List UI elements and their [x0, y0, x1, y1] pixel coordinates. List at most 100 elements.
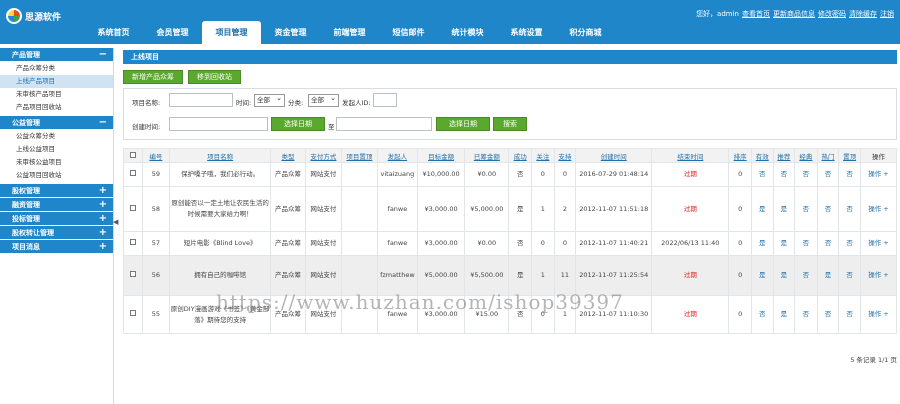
cell-recommend[interactable]: 是 [772, 255, 796, 296]
col-id[interactable]: 编号 [141, 148, 171, 163]
cell-pin[interactable]: 否 [838, 162, 861, 187]
cell-hot[interactable]: 否 [816, 162, 840, 187]
sidebar-group-equity-transfer[interactable]: 股权转让管理 + [0, 226, 113, 240]
col-hot[interactable]: 热门 [816, 148, 840, 163]
col-valid[interactable]: 有效 [750, 148, 774, 163]
col-follow[interactable]: 关注 [531, 148, 555, 163]
sidebar-item-product-category[interactable]: 产品众筹分类 [0, 62, 113, 75]
plus-icon[interactable]: + [99, 184, 107, 198]
initiator-input[interactable] [373, 93, 397, 107]
nav-statistics[interactable]: 统计模块 [438, 21, 497, 44]
col-pin[interactable]: 置顶 [838, 148, 861, 163]
row-action-button[interactable]: 操作 + [859, 162, 898, 187]
sidebar-item-online-charity[interactable]: 上线公益项目 [0, 143, 113, 156]
cell-classic[interactable]: 否 [794, 255, 818, 296]
row-checkbox[interactable] [123, 162, 143, 187]
nav-frontend[interactable]: 前端管理 [320, 21, 379, 44]
select-all-checkbox[interactable] [123, 148, 143, 163]
row-checkbox[interactable] [123, 231, 143, 256]
sidebar-group-products[interactable]: 产品管理 − [0, 48, 113, 62]
cell-valid[interactable]: 否 [750, 162, 774, 187]
cell-valid[interactable]: 否 [750, 295, 774, 334]
plus-icon[interactable]: + [99, 226, 107, 240]
col-created[interactable]: 创建时间 [575, 148, 653, 163]
col-pay[interactable]: 支付方式 [304, 148, 342, 163]
row-checkbox[interactable] [123, 255, 143, 296]
row-action-button[interactable]: 操作 + [859, 231, 898, 256]
nav-funds[interactable]: 资金管理 [261, 21, 320, 44]
row-action-button[interactable]: 操作 + [859, 295, 898, 334]
col-sort[interactable]: 排序 [728, 148, 752, 163]
start-date-input[interactable] [169, 117, 268, 131]
cell-pin[interactable]: 否 [838, 186, 861, 232]
nav-sms-mail[interactable]: 短信邮件 [379, 21, 438, 44]
sidebar-group-project-messages[interactable]: 项目消息 + [0, 240, 113, 254]
col-raised[interactable]: 已筹金额 [464, 148, 510, 163]
cell-name[interactable]: 保护嗓子哦，我们必行动。 [169, 162, 271, 187]
cell-recommend[interactable]: 是 [772, 186, 796, 232]
col-end[interactable]: 结束时间 [651, 148, 730, 163]
plus-icon[interactable]: + [99, 198, 107, 212]
sidebar-item-charity-category[interactable]: 公益众筹分类 [0, 130, 113, 143]
col-user[interactable]: 发起人 [376, 148, 418, 163]
link-logout[interactable]: 注销 [880, 9, 894, 19]
cell-classic[interactable]: 否 [794, 295, 818, 334]
cell-hot[interactable]: 否 [816, 186, 840, 232]
sidebar-group-equity[interactable]: 股权管理 + [0, 184, 113, 198]
cell-recommend[interactable]: 是 [772, 231, 796, 256]
collapse-sidebar-icon[interactable]: ◀ [113, 218, 119, 232]
nav-points-mall[interactable]: 积分商城 [556, 21, 615, 44]
sidebar-item-unreviewed-products[interactable]: 未审核产品项目 [0, 88, 113, 101]
cell-pin[interactable]: 否 [838, 231, 861, 256]
project-name-input[interactable] [169, 93, 233, 107]
cell-hot[interactable]: 否 [816, 231, 840, 256]
sidebar-item-unreviewed-charity[interactable]: 未审核公益项目 [0, 156, 113, 169]
col-classic[interactable]: 经典 [794, 148, 818, 163]
category-select[interactable]: 全部 [308, 93, 339, 107]
cell-classic[interactable]: 否 [794, 186, 818, 232]
nav-members[interactable]: 会员管理 [143, 21, 202, 44]
pick-end-date-button[interactable]: 选择日期 [436, 117, 490, 131]
sidebar-group-charity[interactable]: 公益管理 − [0, 116, 113, 130]
time-select[interactable]: 全部 [254, 93, 285, 107]
cell-pin[interactable]: 否 [838, 295, 861, 334]
plus-icon[interactable]: + [99, 240, 107, 254]
pick-start-date-button[interactable]: 选择日期 [271, 117, 325, 131]
end-date-input[interactable] [336, 117, 432, 131]
row-action-button[interactable]: 操作 + [859, 186, 898, 232]
link-view-home[interactable]: 查看首页 [742, 9, 770, 19]
cell-recommend[interactable]: 否 [772, 162, 796, 187]
sidebar-item-online-products[interactable]: 上线产品项目 [0, 75, 113, 88]
cell-hot[interactable]: 是 [816, 255, 840, 296]
cell-hot[interactable]: 否 [816, 295, 840, 334]
cell-pin[interactable]: 否 [838, 255, 861, 296]
logo[interactable]: 思源软件 [6, 8, 61, 24]
col-type[interactable]: 类型 [269, 148, 306, 163]
sidebar-item-charity-recycle[interactable]: 公益项目回收站 [0, 169, 113, 182]
col-success[interactable]: 成功 [508, 148, 533, 163]
col-goal[interactable]: 目标金额 [416, 148, 466, 163]
cell-valid[interactable]: 是 [750, 186, 774, 232]
sidebar-group-bidding[interactable]: 投标管理 + [0, 212, 113, 226]
cell-recommend[interactable]: 是 [772, 295, 796, 334]
row-checkbox[interactable] [123, 295, 143, 334]
nav-settings[interactable]: 系统设置 [497, 21, 556, 44]
cell-classic[interactable]: 否 [794, 231, 818, 256]
minus-icon[interactable]: − [99, 116, 107, 130]
cell-valid[interactable]: 是 [750, 231, 774, 256]
plus-icon[interactable]: + [99, 212, 107, 226]
row-action-button[interactable]: 操作 + [859, 255, 898, 296]
cell-classic[interactable]: 否 [794, 162, 818, 187]
cell-valid[interactable]: 是 [750, 255, 774, 296]
col-name[interactable]: 项目名称 [169, 148, 271, 163]
nav-system-home[interactable]: 系统首页 [84, 21, 143, 44]
search-button[interactable]: 搜索 [493, 117, 527, 131]
col-recommend[interactable]: 推荐 [772, 148, 796, 163]
sidebar-item-product-recycle[interactable]: 产品项目回收站 [0, 101, 113, 114]
sidebar-group-financing[interactable]: 融资管理 + [0, 198, 113, 212]
move-to-recycle-button[interactable]: 移到回收站 [188, 70, 241, 84]
cell-name[interactable]: 原创能否以一定土地让农民生活的时候需要大家给力啊！ [169, 186, 271, 232]
link-clear-cache[interactable]: 清除缓存 [849, 9, 877, 19]
nav-projects[interactable]: 项目管理 [202, 21, 261, 44]
row-checkbox[interactable] [123, 186, 143, 232]
